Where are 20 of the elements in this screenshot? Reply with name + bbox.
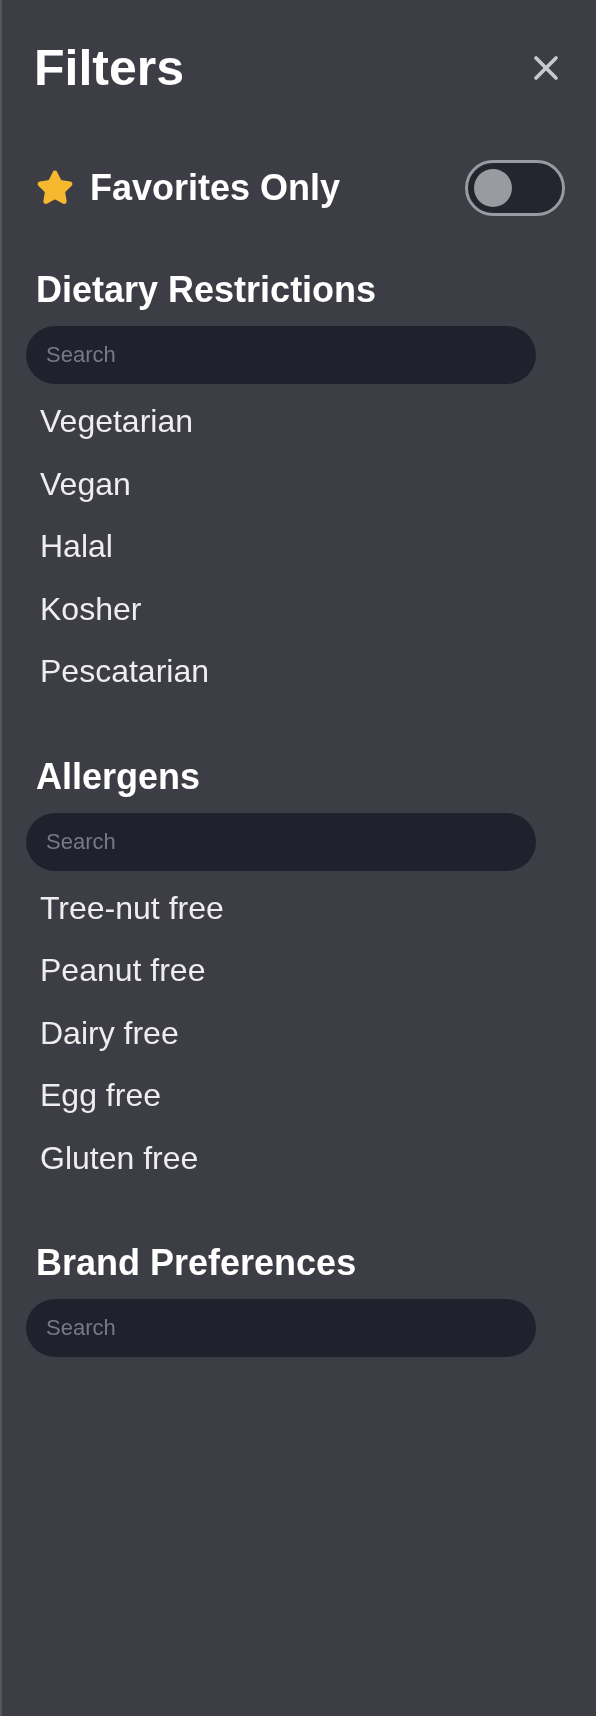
filter-option[interactable]: Egg free bbox=[2, 1064, 169, 1127]
filter-option[interactable]: Dairy free bbox=[2, 1001, 187, 1064]
filter-option[interactable]: Peanut free bbox=[2, 939, 214, 1002]
star-icon bbox=[36, 169, 74, 207]
filter-option[interactable]: Tree-nut free bbox=[2, 876, 232, 939]
search-field[interactable]: Search bbox=[26, 812, 536, 871]
favorites-label: Favorites Only bbox=[90, 166, 341, 210]
panel-title: Filters bbox=[34, 39, 185, 98]
section-heading: Dietary Restrictions bbox=[35, 268, 378, 312]
search-field[interactable]: Search bbox=[26, 1299, 536, 1357]
filter-option[interactable]: Gluten free bbox=[2, 1126, 207, 1189]
filter-option[interactable]: Vegan bbox=[2, 452, 139, 515]
filter-option[interactable]: Kosher bbox=[2, 577, 150, 640]
section-heading: Allergens bbox=[35, 754, 202, 799]
search-field[interactable]: Search bbox=[26, 326, 536, 384]
section-heading: Brand Preferences bbox=[35, 1241, 358, 1285]
filter-option[interactable]: Vegetarian bbox=[2, 390, 201, 453]
favorites-toggle[interactable] bbox=[465, 160, 565, 216]
filter-option[interactable]: Pescatarian bbox=[2, 640, 217, 703]
filter-option[interactable]: Halal bbox=[2, 515, 121, 578]
